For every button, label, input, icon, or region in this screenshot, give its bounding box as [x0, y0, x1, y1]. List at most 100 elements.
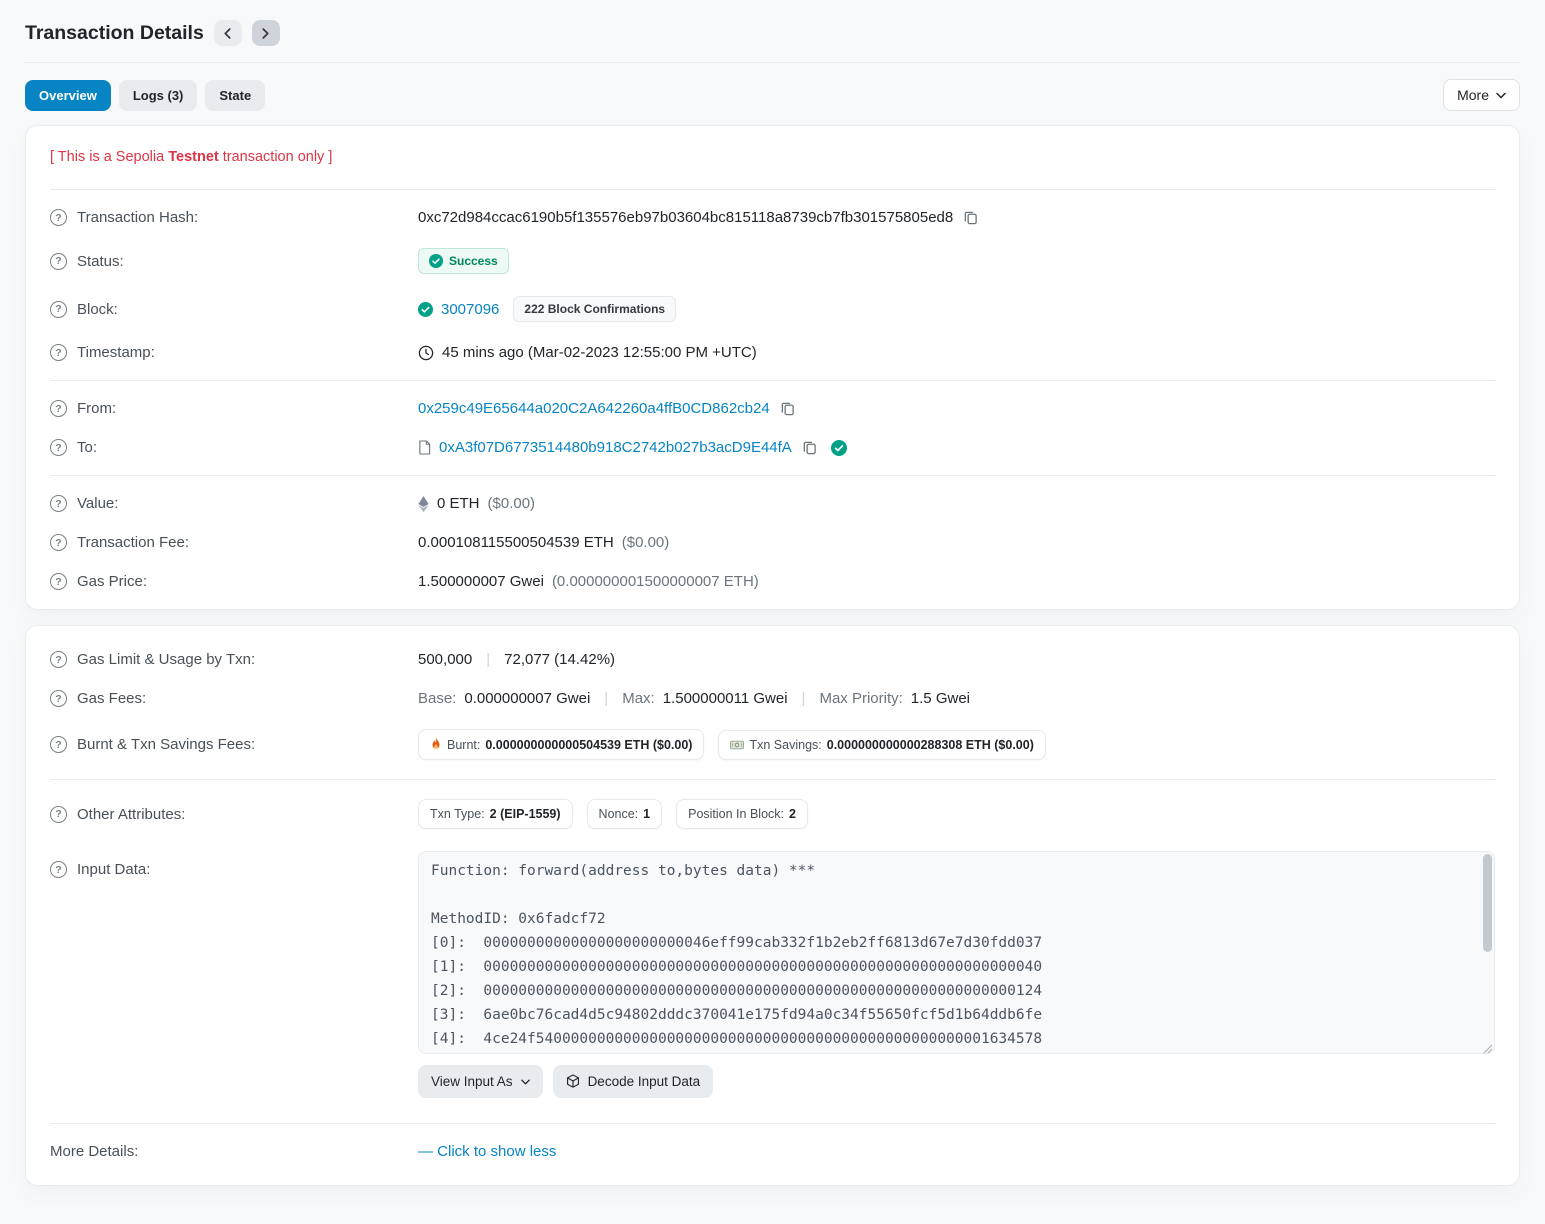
burnt-fee-badge: Burnt: 0.000000000000504539 ETH ($0.00): [418, 729, 704, 760]
txn-savings-badge: Txn Savings: 0.000000000000288308 ETH ($…: [718, 730, 1045, 760]
decode-input-data-label: Decode Input Data: [588, 1074, 701, 1089]
testnet-notice-prefix: [ This is a Sepolia: [50, 149, 168, 165]
verified-check-icon: [831, 440, 847, 456]
next-transaction-button[interactable]: [252, 20, 280, 46]
copy-icon[interactable]: [800, 440, 819, 455]
txn-type-label: Txn Type:: [430, 807, 485, 821]
burnt-savings-row: ? Burnt & Txn Savings Fees: Burnt: 0.000…: [50, 718, 1495, 771]
input-data-label: Input Data:: [77, 861, 150, 878]
block-row: ? Block: 3007096 222 Block Confirmations: [50, 285, 1495, 333]
help-icon[interactable]: ?: [50, 253, 67, 270]
chevron-left-icon: [223, 28, 232, 39]
status-row: ? Status: Success: [50, 237, 1495, 285]
testnet-notice-bold: Testnet: [168, 149, 219, 165]
value-usd: ($0.00): [488, 495, 536, 512]
help-icon[interactable]: ?: [50, 301, 67, 318]
value-row: ? Value: 0 ETH ($0.00): [50, 484, 1495, 523]
tab-overview[interactable]: Overview: [25, 80, 111, 111]
check-circle-icon: [418, 302, 433, 317]
gas-fees-label: Gas Fees:: [77, 690, 146, 707]
base-fee-label: Base:: [418, 690, 456, 707]
help-icon[interactable]: ?: [50, 651, 67, 668]
status-badge: Success: [418, 248, 509, 274]
chevron-down-icon: [521, 1079, 530, 1085]
block-label: Block:: [77, 301, 118, 318]
to-address-link[interactable]: 0xA3f07D6773514480b918C2742b027b3acD9E44…: [439, 439, 792, 456]
transaction-fee-amount: 0.000108115500504539 ETH: [418, 534, 614, 551]
help-icon[interactable]: ?: [50, 344, 67, 361]
max-fee-label: Max:: [622, 690, 655, 707]
previous-transaction-button[interactable]: [214, 20, 242, 46]
to-label: To:: [77, 439, 97, 456]
timestamp-label: Timestamp:: [77, 344, 155, 361]
help-icon[interactable]: ?: [50, 573, 67, 590]
more-details-row: More Details: — Click to show less: [50, 1132, 1495, 1171]
copy-icon[interactable]: [961, 210, 980, 225]
money-savings-icon: [730, 739, 744, 751]
gas-limit-label: Gas Limit & Usage by Txn:: [77, 651, 255, 668]
help-icon[interactable]: ?: [50, 736, 67, 753]
chevron-right-icon: [261, 28, 270, 39]
view-input-as-button[interactable]: View Input As: [418, 1065, 543, 1098]
help-icon[interactable]: ?: [50, 806, 67, 823]
help-icon[interactable]: ?: [50, 209, 67, 226]
help-icon[interactable]: ?: [50, 690, 67, 707]
max-fee-value: 1.500000011 Gwei: [663, 690, 788, 707]
input-data-textarea[interactable]: Function: forward(address to,bytes data)…: [418, 851, 1495, 1054]
from-address-link[interactable]: 0x259c49E65644a020C2A642260a4ffB0CD862cb…: [418, 400, 770, 417]
tab-logs[interactable]: Logs (3): [119, 80, 198, 111]
position-in-block-badge: Position In Block: 2: [676, 799, 808, 829]
max-priority-fee-label: Max Priority:: [819, 690, 902, 707]
max-priority-fee-value: 1.5 Gwei: [911, 690, 970, 707]
nonce-label: Nonce:: [599, 807, 639, 821]
tab-bar: Overview Logs (3) State More: [25, 79, 1520, 111]
help-icon[interactable]: ?: [50, 439, 67, 456]
copy-icon[interactable]: [778, 401, 797, 416]
clock-icon: [418, 345, 434, 361]
tabs: Overview Logs (3) State: [25, 80, 265, 111]
divider: [50, 779, 1495, 780]
more-button-label: More: [1457, 87, 1489, 103]
show-less-link[interactable]: — Click to show less: [418, 1143, 556, 1160]
divider: [50, 189, 1495, 190]
value-amount: 0 ETH: [437, 495, 480, 512]
help-icon[interactable]: ?: [50, 400, 67, 417]
help-icon[interactable]: ?: [50, 861, 67, 878]
ethereum-icon: [418, 496, 429, 512]
more-dropdown-button[interactable]: More: [1443, 79, 1520, 111]
block-number-link[interactable]: 3007096: [441, 301, 499, 318]
divider: [50, 1123, 1495, 1124]
burnt-fee-value: 0.000000000000504539 ETH ($0.00): [485, 738, 692, 752]
burnt-savings-label: Burnt & Txn Savings Fees:: [77, 736, 255, 753]
other-attributes-label: Other Attributes:: [77, 806, 185, 823]
tab-state[interactable]: State: [205, 80, 265, 111]
testnet-notice: [ This is a Sepolia Testnet transaction …: [50, 134, 1495, 181]
to-row: ? To: 0xA3f07D6773514480b918C2742b027b3a…: [50, 428, 1495, 467]
block-confirmations-badge: 222 Block Confirmations: [513, 296, 676, 322]
help-icon[interactable]: ?: [50, 534, 67, 551]
gas-fees-row: ? Gas Fees: Base: 0.000000007 Gwei | Max…: [50, 679, 1495, 718]
txn-savings-value: 0.000000000000288308 ETH ($0.00): [827, 738, 1034, 752]
transaction-details-page: Transaction Details Overview Logs (3) St…: [0, 0, 1545, 1221]
more-details-label: More Details:: [50, 1143, 138, 1160]
gas-price-label: Gas Price:: [77, 573, 147, 590]
status-label: Status:: [77, 253, 124, 270]
from-row: ? From: 0x259c49E65644a020C2A642260a4ffB…: [50, 389, 1495, 428]
base-fee-value: 0.000000007 Gwei: [464, 690, 590, 707]
page-title: Transaction Details: [25, 22, 204, 45]
help-icon[interactable]: ?: [50, 495, 67, 512]
separator: |: [486, 651, 490, 668]
nonce-value: 1: [643, 807, 650, 821]
scrollbar-thumb[interactable]: [1483, 854, 1492, 952]
gas-limit-row: ? Gas Limit & Usage by Txn: 500,000 | 72…: [50, 640, 1495, 679]
gas-price-eth: (0.000000001500000007 ETH): [552, 573, 759, 590]
transaction-fee-label: Transaction Fee:: [77, 534, 189, 551]
other-attributes-row: ? Other Attributes: Txn Type: 2 (EIP-155…: [50, 788, 1495, 840]
transaction-fee-row: ? Transaction Fee: 0.000108115500504539 …: [50, 523, 1495, 562]
resize-grip-icon[interactable]: [1483, 1041, 1493, 1051]
flame-icon: [430, 737, 442, 752]
transaction-hash-value: 0xc72d984ccac6190b5f135576eb97b03604bc81…: [418, 209, 953, 226]
decode-input-data-button[interactable]: Decode Input Data: [553, 1065, 714, 1098]
view-input-as-label: View Input As: [431, 1074, 513, 1089]
separator: |: [604, 690, 608, 707]
